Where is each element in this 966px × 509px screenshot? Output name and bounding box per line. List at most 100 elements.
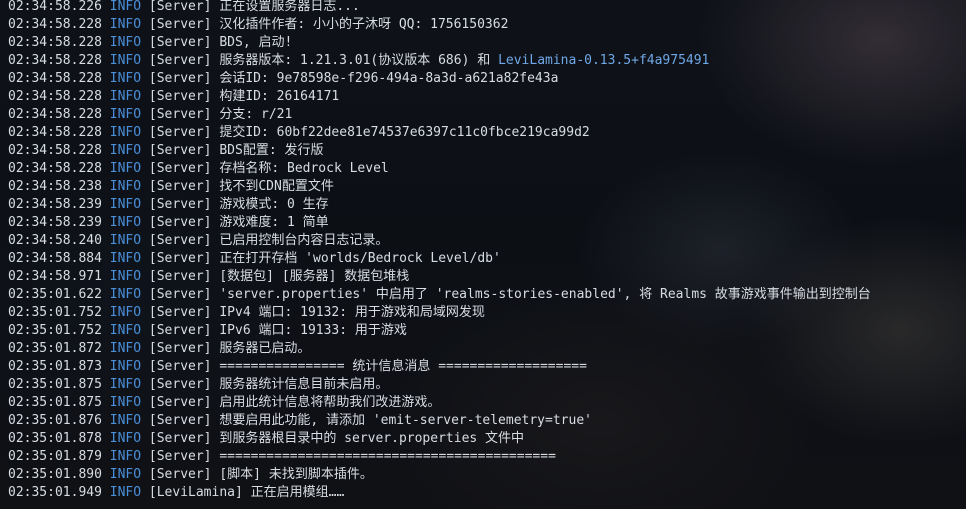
log-timestamp: 02:35:01.876 xyxy=(8,413,102,428)
log-level: INFO xyxy=(109,377,142,392)
log-line: 02:35:01.752 INFO [Server] IPv4 端口: 1913… xyxy=(8,304,966,322)
log-source-tag: [Server] xyxy=(148,251,212,266)
log-level: INFO xyxy=(109,35,142,50)
log-message: 游戏难度: 1 简单 xyxy=(219,215,329,230)
log-message: ================ 统计信息消息 ================… xyxy=(219,359,587,374)
log-source-tag: [Server] xyxy=(148,377,212,392)
log-timestamp: 02:34:58.239 xyxy=(8,215,102,230)
log-source-tag: [Server] xyxy=(148,287,212,302)
log-source-tag: [Server] xyxy=(148,89,212,104)
log-message: 构建ID: 26164171 xyxy=(219,89,340,104)
log-line: 02:34:58.228 INFO [Server] 构建ID: 2616417… xyxy=(8,88,966,106)
log-timestamp: 02:34:58.228 xyxy=(8,71,102,86)
log-line: 02:34:58.239 INFO [Server] 游戏难度: 1 简单 xyxy=(8,214,966,232)
log-level: INFO xyxy=(109,179,142,194)
log-message: [脚本] 未找到脚本插件。 xyxy=(219,467,373,482)
log-line: 02:35:01.949 INFO [LeviLamina] 正在启用模组…… xyxy=(8,484,966,502)
log-message: 找不到CDN配置文件 xyxy=(219,179,334,194)
log-source-tag: [Server] xyxy=(148,467,212,482)
log-timestamp: 02:34:58.228 xyxy=(8,17,102,32)
log-timestamp: 02:34:58.228 xyxy=(8,161,102,176)
log-timestamp: 02:34:58.228 xyxy=(8,107,102,122)
log-level: INFO xyxy=(109,431,142,446)
log-message: 分支: r/21 xyxy=(219,107,293,122)
log-timestamp: 02:35:01.879 xyxy=(8,449,102,464)
log-line: 02:35:01.872 INFO [Server] 服务器已启动。 xyxy=(8,340,966,358)
log-level: INFO xyxy=(109,395,142,410)
log-message: 游戏模式: 0 生存 xyxy=(219,197,329,212)
log-level: INFO xyxy=(109,341,142,356)
console-log[interactable]: 02:34:58.226 INFO [Server] 正在设置服务器日志... 0… xyxy=(8,0,966,502)
log-source-tag: [Server] xyxy=(148,215,212,230)
log-timestamp: 02:34:58.238 xyxy=(8,179,102,194)
log-line: 02:35:01.622 INFO [Server] 'server.prope… xyxy=(8,286,966,304)
log-level: INFO xyxy=(109,287,142,302)
log-level: INFO xyxy=(109,359,142,374)
log-source-tag: [Server] xyxy=(148,143,212,158)
log-line: 02:35:01.876 INFO [Server] 想要启用此功能, 请添加 … xyxy=(8,412,966,430)
log-timestamp: 02:35:01.949 xyxy=(8,485,102,500)
log-timestamp: 02:35:01.875 xyxy=(8,395,102,410)
log-timestamp: 02:34:58.884 xyxy=(8,251,102,266)
log-message: 服务器版本: 1.21.3.01(协议版本 686) 和 xyxy=(219,53,499,68)
log-timestamp: 02:35:01.875 xyxy=(8,377,102,392)
log-level: INFO xyxy=(109,143,142,158)
log-line: 02:34:58.228 INFO [Server] 服务器版本: 1.21.3… xyxy=(8,52,966,70)
log-source-tag: [Server] xyxy=(148,341,212,356)
log-timestamp: 02:35:01.752 xyxy=(8,323,102,338)
log-level: INFO xyxy=(109,125,142,140)
log-level: INFO xyxy=(109,269,142,284)
log-level: INFO xyxy=(109,53,142,68)
log-message: 已启用控制台内容日志记录。 xyxy=(219,233,389,248)
log-line: 02:35:01.752 INFO [Server] IPv6 端口: 1913… xyxy=(8,322,966,340)
log-line: 02:34:58.228 INFO [Server] 存档名称: Bedrock… xyxy=(8,160,966,178)
log-source-tag: [Server] xyxy=(148,125,212,140)
terminal-window[interactable]: 02:34:58.226 INFO [Server] 正在设置服务器日志... 0… xyxy=(0,0,966,509)
log-level: INFO xyxy=(109,17,142,32)
log-source-tag: [Server] xyxy=(148,359,212,374)
log-source-tag: [Server] xyxy=(148,269,212,284)
log-line: 02:35:01.875 INFO [Server] 启用此统计信息将帮助我们改… xyxy=(8,394,966,412)
log-level: INFO xyxy=(109,161,142,176)
log-message: [数据包] [服务器] 数据包堆栈 xyxy=(219,269,410,284)
log-message: ========================================… xyxy=(219,449,556,464)
log-timestamp: 02:34:58.971 xyxy=(8,269,102,284)
log-timestamp: 02:34:58.228 xyxy=(8,125,102,140)
log-line: 02:34:58.240 INFO [Server] 已启用控制台内容日志记录。 xyxy=(8,232,966,250)
log-timestamp: 02:35:01.622 xyxy=(8,287,102,302)
log-level: INFO xyxy=(109,215,142,230)
log-source-tag: [Server] xyxy=(148,179,212,194)
log-source-tag: [Server] xyxy=(148,233,212,248)
log-source-tag: [Server] xyxy=(148,53,212,68)
log-message: 提交ID: 60bf22dee81e74537e6397c11c0fbce219… xyxy=(219,125,590,140)
log-level: INFO xyxy=(109,449,142,464)
log-timestamp: 02:34:58.239 xyxy=(8,197,102,212)
log-level: INFO xyxy=(109,485,142,500)
log-level: INFO xyxy=(109,0,142,14)
log-level: INFO xyxy=(109,233,142,248)
log-level: INFO xyxy=(109,251,142,266)
log-line: 02:35:01.879 INFO [Server] =============… xyxy=(8,448,966,466)
log-level: INFO xyxy=(109,305,142,320)
version-link[interactable]: LeviLamina-0.13.5+f4a975491 xyxy=(498,53,709,68)
log-source-tag: [Server] xyxy=(148,161,212,176)
log-source-tag: [Server] xyxy=(148,395,212,410)
log-line: 02:34:58.884 INFO [Server] 正在打开存档 'world… xyxy=(8,250,966,268)
log-source-tag: [Server] xyxy=(148,431,212,446)
log-line: 02:34:58.971 INFO [Server] [数据包] [服务器] 数… xyxy=(8,268,966,286)
log-source-tag: [Server] xyxy=(148,197,212,212)
log-line: 02:34:58.228 INFO [Server] 分支: r/21 xyxy=(8,106,966,124)
log-level: INFO xyxy=(109,197,142,212)
log-message: 正在启用模组…… xyxy=(250,485,345,500)
log-level: INFO xyxy=(109,323,142,338)
log-message: 'server.properties' 中启用了 'realms-stories… xyxy=(219,287,871,302)
log-level: INFO xyxy=(109,413,142,428)
log-level: INFO xyxy=(109,467,142,482)
log-source-tag: [Server] xyxy=(148,17,212,32)
log-line: 02:34:58.228 INFO [Server] BDS配置: 发行版 xyxy=(8,142,966,160)
log-message: IPv6 端口: 19133: 用于游戏 xyxy=(219,323,407,338)
log-message: 汉化插件作者: 小小的子沐呀 QQ: 1756150362 xyxy=(219,17,509,32)
log-timestamp: 02:34:58.228 xyxy=(8,89,102,104)
log-message: BDS配置: 发行版 xyxy=(219,143,324,158)
log-timestamp: 02:35:01.752 xyxy=(8,305,102,320)
